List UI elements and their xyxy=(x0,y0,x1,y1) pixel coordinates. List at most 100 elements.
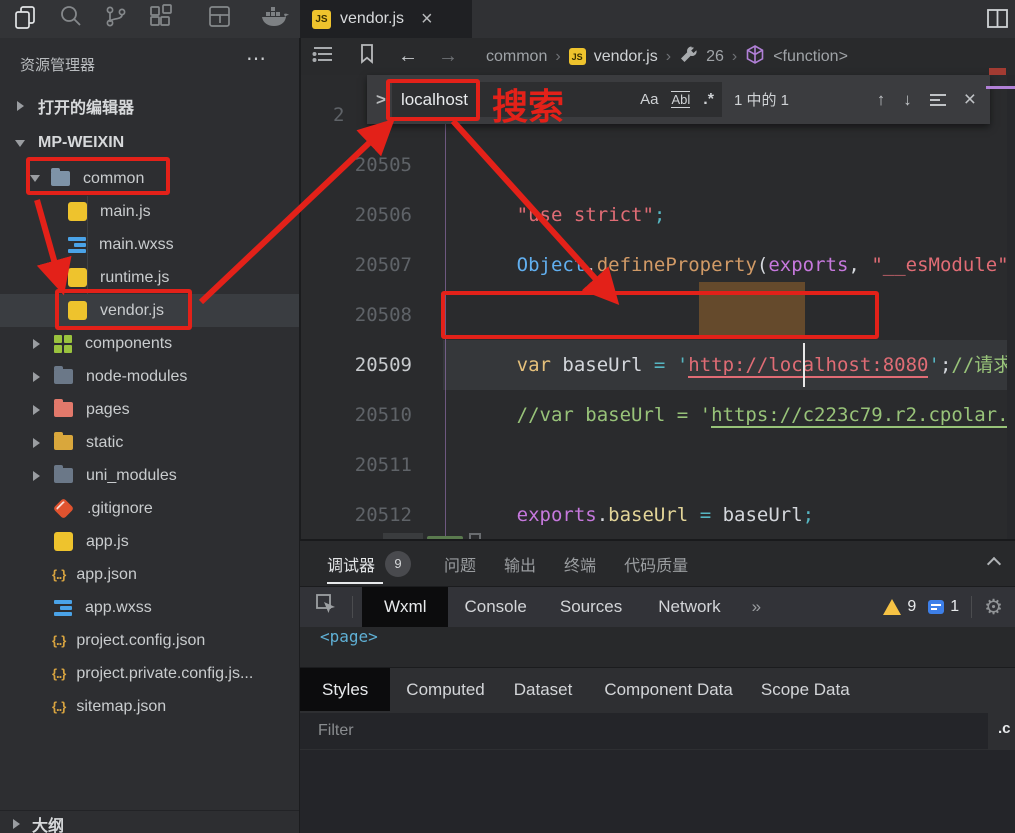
tab-close-icon[interactable]: × xyxy=(421,8,433,31)
tree-item-runtime-js[interactable]: runtime.js xyxy=(0,261,300,294)
breadcrumb-line[interactable]: 26 xyxy=(706,48,724,66)
find-close-icon[interactable]: × xyxy=(964,88,976,112)
js-file-icon xyxy=(68,268,87,287)
line-number: 20510 xyxy=(354,404,412,426)
code-editor[interactable]: 2 20505 20506 20507 20508 20509 20510 20… xyxy=(300,75,1015,541)
symbol-cube-icon xyxy=(745,44,765,70)
section-open-editors[interactable]: 打开的编辑器 xyxy=(0,91,300,121)
line-number: 20507 xyxy=(354,254,412,276)
outline-list-icon[interactable] xyxy=(310,43,336,70)
warning-count: 9 xyxy=(907,598,917,615)
find-next-icon[interactable]: ↓ xyxy=(903,90,912,110)
tree-item-main-wxss[interactable]: main.wxss xyxy=(0,228,300,261)
json-file-icon: {..} xyxy=(52,633,66,648)
match-case-icon[interactable]: Aa xyxy=(640,91,658,108)
warning-icon[interactable] xyxy=(883,599,902,615)
panel-tab-output[interactable]: 输出 xyxy=(504,552,536,576)
whole-word-icon[interactable]: Abl xyxy=(671,91,691,108)
search-icon[interactable] xyxy=(58,4,83,34)
nav-back-icon[interactable]: ← xyxy=(398,45,418,68)
breadcrumb-file[interactable]: vendor.js xyxy=(594,48,658,66)
breadcrumb-folder[interactable]: common xyxy=(486,48,547,66)
tree-item-sitemap-json[interactable]: {..} sitemap.json xyxy=(0,690,300,723)
find-in-selection-icon[interactable] xyxy=(929,91,946,109)
tree-item-main-js[interactable]: main.js xyxy=(0,195,300,228)
devtools-tab-network[interactable]: Network xyxy=(658,597,720,617)
inspect-element-icon[interactable] xyxy=(315,593,338,621)
sidebar: 资源管理器 ⋯ 打开的编辑器 MP-WEIXIN common main.js … xyxy=(0,38,300,833)
panel-tab-problems[interactable]: 问题 xyxy=(444,552,476,576)
cls-toggle[interactable]: .c xyxy=(998,720,1011,737)
tree-item-static[interactable]: static xyxy=(0,426,300,459)
wrench-icon xyxy=(679,45,698,69)
panel-tab-debugger[interactable]: 调试器 xyxy=(327,552,375,576)
wxss-file-icon xyxy=(68,236,86,253)
bookmark-icon[interactable] xyxy=(358,43,376,70)
devtools-settings-icon[interactable]: ⚙ xyxy=(984,595,1003,619)
panel-tab-terminal[interactable]: 终端 xyxy=(564,552,596,576)
panel-active-tab-underline xyxy=(327,582,383,584)
files-icon[interactable] xyxy=(12,4,38,35)
folder-open-icon xyxy=(51,168,70,186)
docker-icon[interactable] xyxy=(260,5,290,34)
inspector-tab-dataset[interactable]: Dataset xyxy=(514,680,573,700)
section-project[interactable]: MP-WEIXIN xyxy=(0,127,300,159)
tab-vendor-js[interactable]: JS vendor.js × xyxy=(300,0,472,38)
panel-tab-code-quality[interactable]: 代码质量 xyxy=(624,552,688,576)
inspector-tab-component-data[interactable]: Component Data xyxy=(604,680,733,700)
code-line: Object.defineProperty(exports, "__esModu… xyxy=(516,254,1015,276)
line-number: 20506 xyxy=(354,204,412,226)
tree-item-pages[interactable]: pages xyxy=(0,393,300,426)
tree-item-vendor-js[interactable]: vendor.js xyxy=(0,294,300,327)
column-guide xyxy=(445,75,446,541)
source-control-icon[interactable] xyxy=(103,4,128,34)
tree-item-project-private-config[interactable]: {..} project.private.config.js... xyxy=(0,657,300,690)
breadcrumb-symbol[interactable]: <function> xyxy=(773,48,848,66)
inspector-body xyxy=(300,750,1015,833)
tree-item-node-modules[interactable]: node-modules xyxy=(0,360,300,393)
tree-item-project-config[interactable]: {..} project.config.json xyxy=(0,624,300,657)
nav-forward-icon[interactable]: → xyxy=(438,45,458,68)
element-tag[interactable]: <page> xyxy=(320,627,378,646)
tree-item-uni-modules[interactable]: uni_modules xyxy=(0,459,300,492)
code-line: "use strict"; xyxy=(516,204,666,226)
folder-icon xyxy=(54,465,73,483)
tab-label: vendor.js xyxy=(340,10,405,27)
devtools-tab-sources[interactable]: Sources xyxy=(560,597,622,617)
message-icon[interactable] xyxy=(928,600,945,614)
tree-item-gitignore[interactable]: .gitignore xyxy=(0,492,300,525)
more-tabs-icon[interactable]: » xyxy=(752,597,761,617)
regex-icon[interactable]: .* xyxy=(703,91,714,109)
devtools-tab-wxml[interactable]: Wxml xyxy=(362,586,449,628)
inspector-tab-styles[interactable]: Styles xyxy=(300,667,391,712)
extensions-icon[interactable] xyxy=(148,4,173,34)
find-prev-icon[interactable]: ↑ xyxy=(877,90,886,110)
tree-item-app-wxss[interactable]: app.wxss xyxy=(0,591,300,624)
devtools-toolbar: Wxml Console Sources Network » 9 1 ⚙ xyxy=(300,586,1015,628)
layout-icon[interactable] xyxy=(207,4,232,34)
devtools-tab-console[interactable]: Console xyxy=(464,597,526,617)
section-outline[interactable]: 大纲 xyxy=(0,812,300,833)
inspector-tab-scope-data[interactable]: Scope Data xyxy=(761,680,850,700)
tree-item-components[interactable]: components xyxy=(0,327,300,360)
filter-input[interactable]: Filter xyxy=(300,713,988,749)
inspector-tab-computed[interactable]: Computed xyxy=(406,680,484,700)
more-actions-icon[interactable]: ⋯ xyxy=(246,46,267,71)
tree-item-common[interactable]: common xyxy=(0,162,300,195)
js-file-icon xyxy=(68,301,87,320)
line-number-active: 20509 xyxy=(354,354,412,376)
panel-tab-bar: 调试器 9 问题 输出 终端 代码质量 xyxy=(300,541,1015,586)
breadcrumb-bar: ← → common › JS vendor.js › 26 › <functi… xyxy=(300,38,1015,75)
json-file-icon: {..} xyxy=(52,666,66,681)
chevron-right-icon: › xyxy=(665,47,672,65)
toggle-replace-icon[interactable]: > xyxy=(376,90,386,110)
chevron-right-icon: › xyxy=(731,47,738,65)
sidebar-title: 资源管理器 xyxy=(20,57,96,74)
element-tree[interactable]: <page> xyxy=(300,627,1015,667)
split-editor-icon[interactable] xyxy=(986,8,1009,34)
wxss-file-icon xyxy=(54,599,72,616)
tree-item-app-js[interactable]: app.js xyxy=(0,525,300,558)
editor-scrollbar[interactable] xyxy=(1007,75,1015,541)
tree-item-app-json[interactable]: {..} app.json xyxy=(0,558,300,591)
panel-expand-icon[interactable] xyxy=(986,556,1002,571)
